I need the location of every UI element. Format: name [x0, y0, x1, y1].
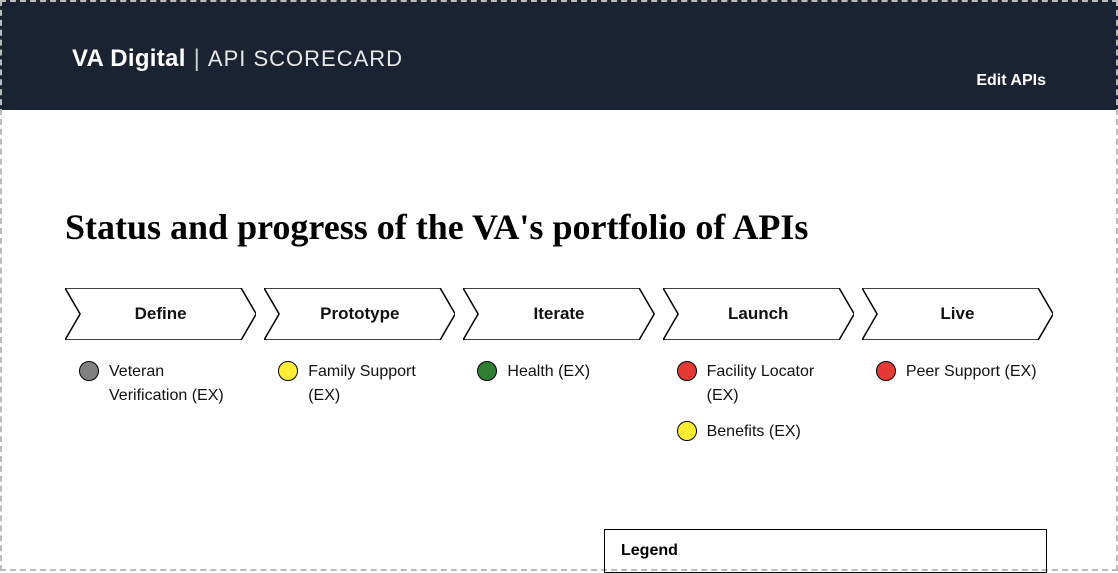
stage-label: Launch [663, 288, 854, 340]
api-item[interactable]: Facility Locator (EX) [663, 354, 854, 414]
api-label: Family Support (EX) [308, 360, 441, 408]
main-content: Status and progress of the VA's portfoli… [0, 206, 1118, 450]
api-item[interactable]: Peer Support (EX) [862, 354, 1053, 390]
api-item[interactable]: Family Support (EX) [264, 354, 455, 414]
column-define: Define Veteran Verification (EX) [65, 288, 256, 450]
status-dot-icon [876, 361, 896, 381]
stage-chevron-define: Define [65, 288, 256, 340]
stage-chevron-launch: Launch [663, 288, 854, 340]
stage-chevron-live: Live [862, 288, 1053, 340]
legend-title: Legend [621, 542, 1030, 560]
logo-divider: | [194, 45, 200, 73]
stage-label: Live [862, 288, 1053, 340]
stage-label: Iterate [463, 288, 654, 340]
stage-columns: Define Veteran Verification (EX) Prototy… [65, 288, 1053, 450]
status-dot-icon [79, 361, 99, 381]
status-dot-icon [278, 361, 298, 381]
column-prototype: Prototype Family Support (EX) [264, 288, 455, 450]
stage-chevron-prototype: Prototype [264, 288, 455, 340]
stage-chevron-iterate: Iterate [463, 288, 654, 340]
legend-box: Legend [604, 529, 1047, 573]
api-item[interactable]: Veteran Verification (EX) [65, 354, 256, 414]
status-dot-icon [677, 361, 697, 381]
edit-apis-link[interactable]: Edit APIs [976, 72, 1046, 110]
api-item[interactable]: Benefits (EX) [663, 414, 854, 450]
status-dot-icon [677, 421, 697, 441]
column-iterate: Iterate Health (EX) [463, 288, 654, 450]
logo-brand: VA Digital [72, 45, 186, 73]
header: VA Digital | API SCORECARD Edit APIs [0, 0, 1118, 110]
column-launch: Launch Facility Locator (EX) Benefits (E… [663, 288, 854, 450]
status-dot-icon [477, 361, 497, 381]
api-item[interactable]: Health (EX) [463, 354, 654, 390]
logo-subtitle: API SCORECARD [208, 46, 403, 72]
api-label: Facility Locator (EX) [707, 360, 840, 408]
stage-label: Prototype [264, 288, 455, 340]
api-label: Peer Support (EX) [906, 360, 1037, 384]
api-label: Veteran Verification (EX) [109, 360, 242, 408]
logo: VA Digital | API SCORECARD [72, 37, 403, 73]
page-title: Status and progress of the VA's portfoli… [65, 206, 1053, 248]
stage-label: Define [65, 288, 256, 340]
column-live: Live Peer Support (EX) [862, 288, 1053, 450]
api-label: Benefits (EX) [707, 420, 801, 444]
api-label: Health (EX) [507, 360, 590, 384]
